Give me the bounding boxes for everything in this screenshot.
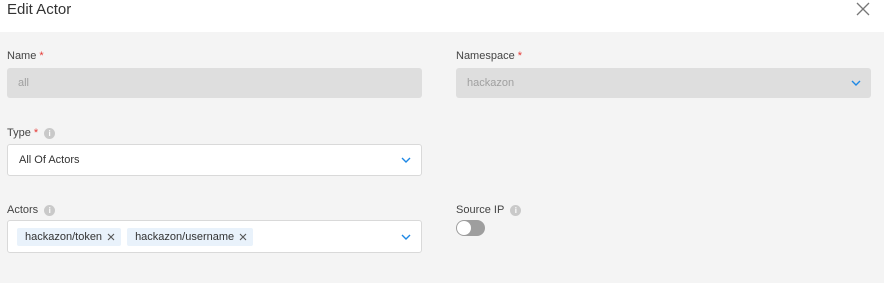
chevron-down-icon <box>401 234 411 240</box>
name-field[interactable]: all <box>7 68 422 98</box>
source-ip-toggle[interactable] <box>456 220 485 236</box>
actor-tag: hackazon/username <box>127 227 254 246</box>
name-label-text: Name <box>7 50 37 62</box>
required-mark: * <box>39 50 44 62</box>
toggle-knob <box>457 221 471 235</box>
info-icon[interactable]: i <box>44 204 56 216</box>
chevron-down-icon <box>851 80 861 86</box>
source-ip-label: Source IP i <box>456 203 522 217</box>
info-icon[interactable]: i <box>510 204 522 216</box>
name-value: all <box>18 77 30 89</box>
info-icon[interactable]: i <box>44 127 56 139</box>
type-label: Type * i <box>7 126 56 140</box>
source-ip-label-text: Source IP <box>456 204 505 216</box>
tag-remove-icon[interactable] <box>239 233 247 241</box>
actor-tag-label: hackazon/token <box>25 230 103 243</box>
namespace-value: hackazon <box>467 77 515 89</box>
actor-tag-label: hackazon/username <box>135 230 235 243</box>
type-label-text: Type <box>7 127 31 139</box>
actors-label-text: Actors <box>7 204 39 216</box>
close-icon[interactable] <box>856 2 870 16</box>
chevron-down-icon <box>401 157 411 163</box>
type-value: All Of Actors <box>19 154 80 166</box>
namespace-label-text: Namespace <box>456 50 515 62</box>
actors-label: Actors i <box>7 203 56 217</box>
required-mark: * <box>33 127 39 139</box>
dialog-title: Edit Actor <box>7 1 72 18</box>
type-select[interactable]: All Of Actors <box>7 144 422 176</box>
name-label: Name * <box>7 49 44 63</box>
namespace-select[interactable]: hackazon <box>456 68 871 98</box>
namespace-label: Namespace * <box>456 49 522 63</box>
required-mark: * <box>517 50 522 62</box>
actor-tag: hackazon/token <box>17 227 122 246</box>
actors-multiselect[interactable]: hackazon/token hackazon/username <box>7 220 422 253</box>
tag-remove-icon[interactable] <box>107 233 115 241</box>
dialog-header: Edit Actor <box>0 0 884 32</box>
